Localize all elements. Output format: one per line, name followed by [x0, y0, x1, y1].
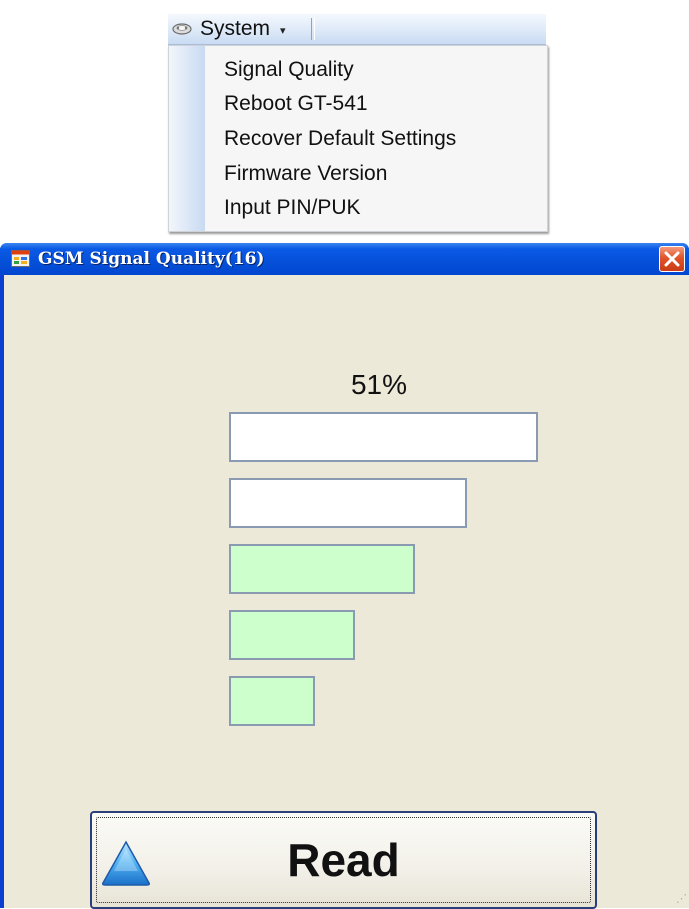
- system-menu-button[interactable]: System ▾: [168, 16, 292, 42]
- signal-percent: 51%: [350, 369, 408, 400]
- menu-item-reboot[interactable]: Reboot GT-541: [224, 87, 368, 121]
- system-menu-label: System: [200, 17, 271, 40]
- app-icon: [11, 250, 30, 267]
- read-button[interactable]: Read: [90, 811, 597, 909]
- read-button-label: Read: [287, 834, 400, 886]
- menu-separator: [311, 18, 315, 40]
- system-dropdown-menu: Signal Quality Reboot GT-541 Recover Def…: [168, 45, 548, 232]
- signal-bar-4: [229, 478, 467, 528]
- chevron-down-icon: ▾: [280, 25, 286, 37]
- menu-item-recover-defaults[interactable]: Recover Default Settings: [224, 122, 456, 156]
- close-icon: [664, 251, 680, 267]
- menu-item-input-pin-puk[interactable]: Input PIN/PUK: [224, 191, 361, 225]
- system-icon: [172, 23, 192, 35]
- signal-bar-5: [229, 412, 538, 462]
- window-title: GSM Signal Quality(16): [38, 249, 265, 269]
- signal-quality-window: GSM Signal Quality(16) 51% Read ⋰: [0, 243, 689, 909]
- size-grip-icon[interactable]: ⋰: [673, 892, 687, 906]
- signal-bar-1: [229, 676, 315, 726]
- window-client-area: 51% Read ⋰: [4, 275, 689, 909]
- signal-bar-3: [229, 544, 415, 594]
- menu-item-signal-quality[interactable]: Signal Quality: [224, 53, 354, 87]
- close-button[interactable]: [659, 246, 685, 272]
- menu-icon-gutter: [169, 46, 205, 231]
- menu-bar: System ▾: [168, 14, 546, 45]
- signal-bar-2: [229, 610, 355, 660]
- title-bar[interactable]: GSM Signal Quality(16): [0, 243, 689, 275]
- menu-item-firmware-version[interactable]: Firmware Version: [224, 157, 387, 191]
